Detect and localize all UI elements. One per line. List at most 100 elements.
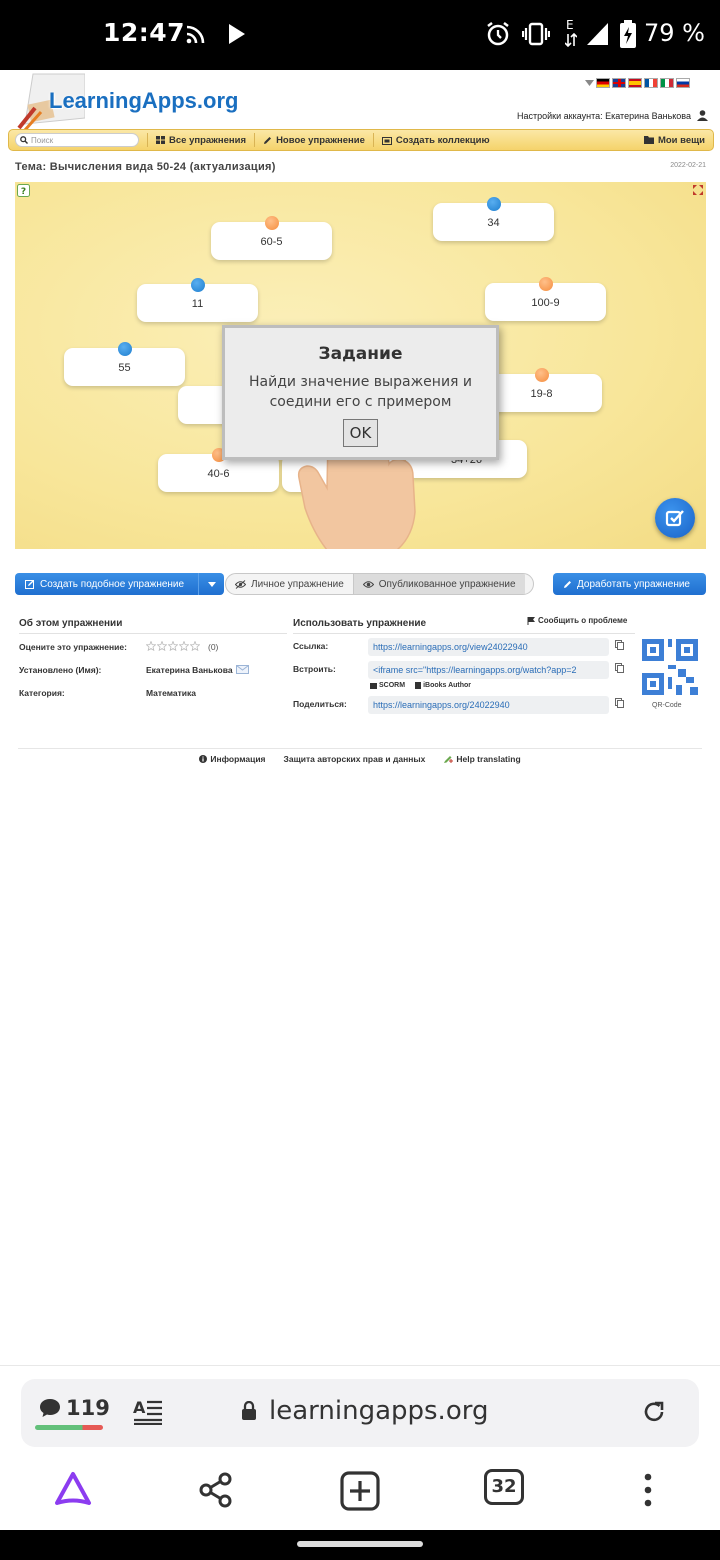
user-icon [697,110,708,121]
flag-en-icon[interactable] [612,78,626,88]
create-similar-dropdown[interactable] [198,573,224,595]
match-card[interactable]: 11 [137,278,258,322]
reader-mode-icon[interactable]: A [133,1399,163,1425]
browser-chrome: 119 A learningapps.org 32 [0,1365,720,1530]
pencil-icon [264,136,272,144]
ibooks-link[interactable]: iBooks Author [415,682,471,689]
page-title: Тема: Вычисления вида 50-24 (актуализаци… [15,161,276,173]
star-icon[interactable] [157,641,167,651]
star-rating[interactable] [146,641,200,651]
connector-dot[interactable] [117,342,132,356]
edit-icon [25,580,34,589]
copy-icon[interactable] [615,640,624,650]
flag-ru-icon[interactable] [676,78,690,88]
embed-field[interactable]: <iframe src="https://learningapps.org/wa… [368,661,609,679]
my-things-link[interactable]: Мои вещи [643,135,705,146]
share-icon[interactable] [198,1472,234,1508]
match-card[interactable]: 19-8 [481,368,602,412]
share-field[interactable]: https://learningapps.org/24022940 [368,696,609,714]
rate-label: Оцените это упражнение: [19,642,127,652]
rating-count: (0) [208,642,219,652]
comments-count: 119 [66,1396,110,1420]
copy-icon[interactable] [615,663,624,673]
star-icon[interactable] [168,641,178,651]
more-menu-icon[interactable] [642,1472,654,1508]
site-footer: Информация Защита авторских прав и данны… [0,754,720,764]
rating-bar [35,1425,103,1430]
refine-button[interactable]: Доработать упражнение [553,573,706,595]
url-display[interactable]: learningapps.org [241,1396,488,1426]
copyright-link[interactable]: Защита авторских прав и данных [284,754,426,764]
ok-button[interactable]: OK [343,419,378,447]
help-translating-link[interactable]: Help translating [443,754,521,764]
url-text: learningapps.org [269,1396,489,1426]
flag-it-icon[interactable] [660,78,674,88]
connector-dot[interactable] [534,368,549,382]
check-answer-button[interactable] [655,498,695,538]
qr-label: QR-Code [652,702,682,709]
qr-code-icon[interactable] [640,637,700,697]
system-nav-bar [0,1530,720,1560]
published-option[interactable]: Опубликованное упражнение [352,574,525,594]
private-option[interactable]: Личное упражнение [226,574,353,594]
info-link[interactable]: Информация [199,754,266,764]
connector-dot[interactable] [486,197,501,211]
divider [19,633,287,634]
connector-dot[interactable] [190,278,205,292]
star-icon[interactable] [190,641,200,651]
tabs-button[interactable]: 32 [484,1469,524,1505]
star-icon[interactable] [146,641,156,651]
help-icon[interactable]: ? [17,184,31,198]
site-logo[interactable]: LearningApps.org [15,72,245,132]
info-icon [199,755,208,763]
new-exercise-link[interactable]: Новое упражнение [254,133,373,147]
caret-down-icon [207,581,216,587]
match-card[interactable]: 60-5 [211,216,332,260]
svg-text:?: ? [21,187,26,197]
copyright-label: Защита авторских прав и данных [283,754,426,764]
eye-icon [362,580,374,588]
address-bar[interactable]: 119 A learningapps.org [21,1379,699,1447]
help-translating-label: Help translating [456,754,521,764]
signal-icon [587,23,608,45]
mail-icon[interactable] [236,665,249,674]
flag-fr-icon[interactable] [644,78,658,88]
connector-dot[interactable] [264,216,279,230]
flag-de-icon[interactable] [596,78,610,88]
svg-text:A: A [133,1399,146,1417]
comments-button[interactable]: 119 [39,1396,110,1420]
search-input[interactable]: Поиск [15,133,139,147]
flag-es-icon[interactable] [628,78,642,88]
category-label: Категория: [19,688,65,698]
match-card[interactable]: 55 [64,342,185,386]
dropdown-arrow-icon[interactable] [585,80,594,86]
published-label: Опубликованное упражнение [378,578,516,590]
copy-icon[interactable] [615,698,624,708]
home-gesture-bar[interactable] [297,1541,423,1547]
check-icon [665,510,684,527]
account-settings[interactable]: Настройки аккаунта: Екатерина Ванькова [517,110,708,121]
fullscreen-icon[interactable] [693,185,703,195]
all-exercises-link[interactable]: Все упражнения [147,133,254,147]
star-icon[interactable] [179,641,189,651]
match-card[interactable]: 100-9 [485,277,606,321]
account-label: Настройки аккаунта: Екатерина Ванькова [517,110,691,121]
create-similar-button[interactable]: Создать подобное упражнение [15,573,224,595]
report-problem-link[interactable]: Сообщить о проблеме [527,616,627,625]
alice-assistant-icon[interactable] [52,1470,94,1508]
link-label: Ссылка: [293,641,329,651]
cast-icon [186,25,205,44]
connector-dot[interactable] [538,277,553,291]
dialog-title: Задание [318,344,403,364]
refine-label: Доработать упражнение [577,578,690,590]
private-label: Личное упражнение [251,578,344,590]
create-collection-link[interactable]: Создать коллекцию [372,133,498,147]
alarm-icon [487,22,509,46]
dialog-text-line: соедини его с примером [269,394,452,410]
new-tab-icon[interactable] [340,1471,380,1511]
match-card[interactable]: 34 [433,197,554,241]
scorm-link[interactable]: SCORM [370,682,405,689]
network-type: E [566,18,574,32]
link-field[interactable]: https://learningapps.org/view24022940 [368,638,609,656]
reload-icon[interactable] [641,1399,667,1425]
